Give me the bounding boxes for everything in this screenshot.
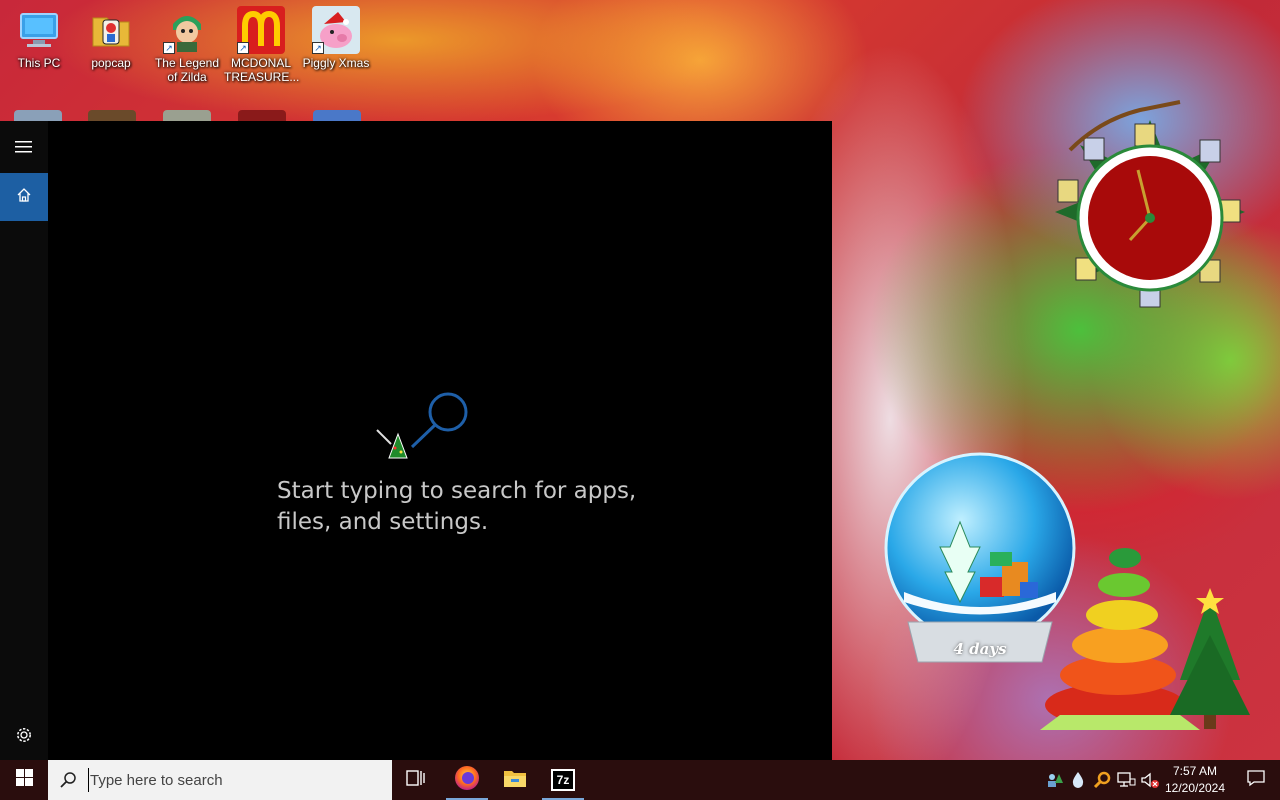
firefox-taskbar-button[interactable] <box>444 760 490 800</box>
7zip-taskbar-button[interactable]: 7z <box>540 760 586 800</box>
desktop-icon-legend-of-zilda[interactable]: ↗ The Legend of Zilda <box>150 0 224 84</box>
7zip-icon: 7z <box>551 769 575 791</box>
home-button[interactable] <box>0 173 48 221</box>
settings-button[interactable] <box>0 713 48 761</box>
game-character-icon: ↗ <box>163 6 211 54</box>
clock-time: 7:57 AM <box>1172 764 1218 778</box>
search-input[interactable] <box>88 768 368 792</box>
notification-icon <box>1247 769 1265 792</box>
desktop-icon-label: MCDONAL TREASURE... <box>224 56 300 84</box>
taskbar: 7z 7:57 AM 12/20/2024 <box>0 760 1280 800</box>
home-icon <box>16 187 32 208</box>
shortcut-arrow-icon: ↗ <box>163 42 175 54</box>
task-view-icon <box>406 769 426 792</box>
expand-menu-button[interactable] <box>0 125 48 173</box>
search-hint-text: Start typing to search for apps, files, … <box>277 478 637 535</box>
this-pc-icon <box>15 6 63 54</box>
folder-icon <box>87 6 135 54</box>
christmas-tree-gadget <box>1030 510 1260 755</box>
shortcut-arrow-icon: ↗ <box>237 42 249 54</box>
taskbar-clock[interactable]: 7:57 AM 12/20/2024 <box>1158 760 1232 800</box>
file-explorer-icon <box>503 768 527 793</box>
clock-date: 12/20/2024 <box>1164 781 1226 795</box>
desktop-icon-label: This PC <box>17 56 61 70</box>
action-center-button[interactable] <box>1232 760 1280 800</box>
christmas-clock-gadget[interactable] <box>1040 100 1260 325</box>
start-button[interactable] <box>0 760 48 800</box>
hamburger-icon <box>15 140 33 159</box>
desktop-icon-label: Piggly Xmas <box>302 56 370 70</box>
desktop-icon-piggly-xmas[interactable]: ↗ Piggly Xmas <box>299 0 373 70</box>
7zip-icon-label: 7z <box>553 771 573 789</box>
tray-droplet-icon[interactable] <box>1068 770 1088 790</box>
volume-muted-icon[interactable] <box>1140 770 1160 790</box>
start-side-rail <box>0 121 48 760</box>
desktop-icon-label: popcap <box>91 56 131 70</box>
desktop-icon-label: The Legend of Zilda <box>154 56 220 84</box>
gear-icon <box>15 726 33 749</box>
file-explorer-taskbar-button[interactable] <box>492 760 538 800</box>
network-icon[interactable] <box>1116 770 1136 790</box>
desktop-icon-this-pc[interactable]: This PC <box>2 0 76 70</box>
taskbar-search-box[interactable] <box>48 760 392 800</box>
pig-icon: ↗ <box>312 6 360 54</box>
tree-cursor-icon <box>375 428 411 464</box>
mcdonalds-icon: ↗ <box>237 6 285 54</box>
tray-search-icon[interactable] <box>1092 770 1112 790</box>
search-icon <box>48 771 88 789</box>
start-search-panel: Start typing to search for apps, files, … <box>0 121 832 760</box>
desktop-icon-popcap[interactable]: popcap <box>74 0 148 70</box>
task-view-button[interactable] <box>394 760 438 800</box>
desktop-icon-mcdonal-treasure[interactable]: ↗ MCDONAL TREASURE... <box>224 0 300 84</box>
shortcut-arrow-icon: ↗ <box>312 42 324 54</box>
windows-logo-icon <box>15 769 33 791</box>
firefox-icon <box>454 765 480 796</box>
tray-people-icon[interactable] <box>1045 770 1065 790</box>
